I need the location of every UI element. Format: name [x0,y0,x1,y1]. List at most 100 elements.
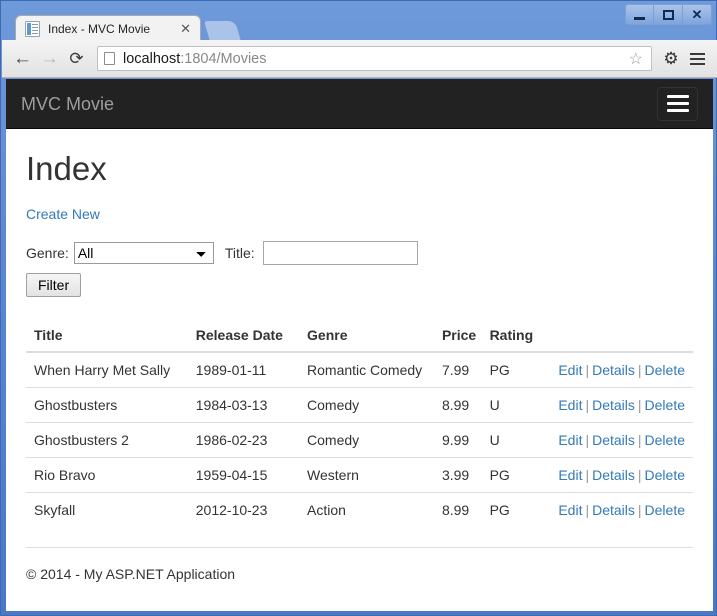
column-header-rating: Rating [489,319,559,354]
filter-form: Genre: All Title: Filter [26,241,693,298]
footer-text: © 2014 - My ASP.NET Application [26,566,236,583]
movie-title-cell: When Harry Met Sally [26,351,196,388]
details-link[interactable]: Details [592,502,635,518]
edit-link[interactable]: Edit [558,362,582,378]
table-body: When Harry Met Sally 1989-01-11 Romantic C… [26,351,693,528]
page-container: Index Create New Genre: All Title: Filte… [6,150,713,583]
address-bar[interactable]: localhost:1804/Movies ☆ [97,46,652,71]
movie-rating-cell: PG [489,457,559,493]
gear-icon: ⚙ [663,48,679,68]
table-row: Ghostbusters 1984-03-13 Comedy 8.99 U Edit | De… [26,387,693,423]
action-separator: | [585,432,590,449]
movie-genre-cell: Romantic Comedy [307,351,442,388]
site-navbar: MVC Movie [6,79,713,129]
details-link[interactable]: Details [592,432,635,448]
column-header-release-date: Release Date [195,319,308,354]
delete-link[interactable]: Delete [645,467,685,483]
hamburger-menu-icon [689,52,705,65]
edit-link[interactable]: Edit [558,502,582,518]
url-host: localhost [123,50,181,67]
page-viewport: MVC Movie Index Create New Genre: All Ti… [6,79,713,611]
address-bar-url: localhost:1804/Movies [123,51,266,67]
title-search-input[interactable] [262,241,418,266]
movie-title-cell: Ghostbusters 2 [26,422,196,458]
delete-link[interactable]: Delete [645,397,685,413]
column-header-actions [558,319,693,354]
forward-icon[interactable]: → [36,45,63,72]
action-separator: | [637,432,642,449]
tab-title: Index - MVC Movie [48,21,151,36]
column-header-title: Title [26,319,196,354]
title-bar: ✕ Index - MVC Movie ✕ [1,1,716,41]
edit-link[interactable]: Edit [558,432,582,448]
movie-actions-cell: Edit | Details | Delete [558,387,693,423]
movie-rating-cell: PG [489,492,559,528]
navbar-brand[interactable]: MVC Movie [21,94,114,114]
settings-button[interactable]: ⚙ [658,46,684,72]
table-row: Rio Bravo 1959-04-15 Western 3.99 PG Edit | Det… [26,457,693,493]
edit-link[interactable]: Edit [558,397,582,413]
movie-title-cell: Ghostbusters [26,387,196,423]
movies-table: Title Release Date Genre Price Rating Wh… [26,319,693,528]
footer-divider [26,547,693,549]
page-favicon-icon [25,20,40,37]
action-separator: | [585,397,590,414]
column-header-price: Price [441,319,490,354]
new-tab-button[interactable] [204,21,241,41]
create-new-link[interactable]: Create New [26,206,100,222]
action-separator: | [637,362,642,379]
action-separator: | [637,467,642,484]
movie-release-date-cell: 1986-02-23 [195,422,308,458]
back-icon[interactable]: ← [9,45,36,72]
movie-actions-cell: Edit | Details | Delete [558,492,693,528]
movie-price-cell: 9.99 [441,422,490,458]
reload-icon[interactable]: ⟳ [63,45,90,72]
table-head: Title Release Date Genre Price Rating [26,319,693,354]
movie-actions-cell: Edit | Details | Delete [558,351,693,388]
movie-release-date-cell: 1959-04-15 [195,457,308,493]
bookmark-star-icon[interactable]: ☆ [629,49,645,69]
edit-link[interactable]: Edit [558,467,582,483]
movie-price-cell: 3.99 [441,457,490,493]
action-separator: | [637,502,642,519]
genre-select[interactable]: All [73,242,214,265]
movie-title-cell: Rio Bravo [26,457,196,493]
filter-row: Genre: All Title: [26,241,693,266]
filter-submit-button[interactable]: Filter [26,273,82,298]
movie-rating-cell: U [489,387,559,423]
movie-rating-cell: U [489,422,559,458]
delete-link[interactable]: Delete [645,362,685,378]
details-link[interactable]: Details [592,467,635,483]
url-path: :1804/Movies [180,50,267,67]
details-link[interactable]: Details [592,397,635,413]
action-separator: | [637,397,642,414]
tab-close-icon[interactable]: ✕ [177,22,194,35]
movie-price-cell: 8.99 [441,492,490,528]
tab-strip: Index - MVC Movie ✕ [1,15,716,41]
navbar-toggle-button[interactable] [657,86,698,121]
movie-rating-cell: PG [489,351,559,388]
movie-actions-cell: Edit | Details | Delete [558,422,693,458]
page-info-icon[interactable] [104,52,115,65]
details-link[interactable]: Details [592,362,635,378]
delete-link[interactable]: Delete [645,432,685,448]
browser-window: ✕ Index - MVC Movie ✕ ← → ⟳ localhost:18… [0,0,717,616]
table-row: Skyfall 2012-10-23 Action 8.99 PG Edit | Detail… [26,492,693,528]
table-header-row: Title Release Date Genre Price Rating [26,319,693,354]
table-row: Ghostbusters 2 1986-02-23 Comedy 9.99 U Edit |… [26,422,693,458]
delete-link[interactable]: Delete [645,502,685,518]
movie-price-cell: 8.99 [441,387,490,423]
movie-release-date-cell: 1984-03-13 [195,387,308,423]
movie-genre-cell: Western [307,457,442,493]
movie-genre-cell: Comedy [307,387,442,423]
movie-actions-cell: Edit | Details | Delete [558,457,693,493]
genre-label: Genre: [26,245,69,262]
browser-menu-button[interactable] [684,46,710,72]
movie-price-cell: 7.99 [441,351,490,388]
action-separator: | [585,467,590,484]
movie-release-date-cell: 1989-01-11 [195,351,308,388]
column-header-genre: Genre [307,319,442,354]
page-title: Index [26,150,107,187]
browser-tab[interactable]: Index - MVC Movie ✕ [15,15,201,41]
action-separator: | [585,502,590,519]
